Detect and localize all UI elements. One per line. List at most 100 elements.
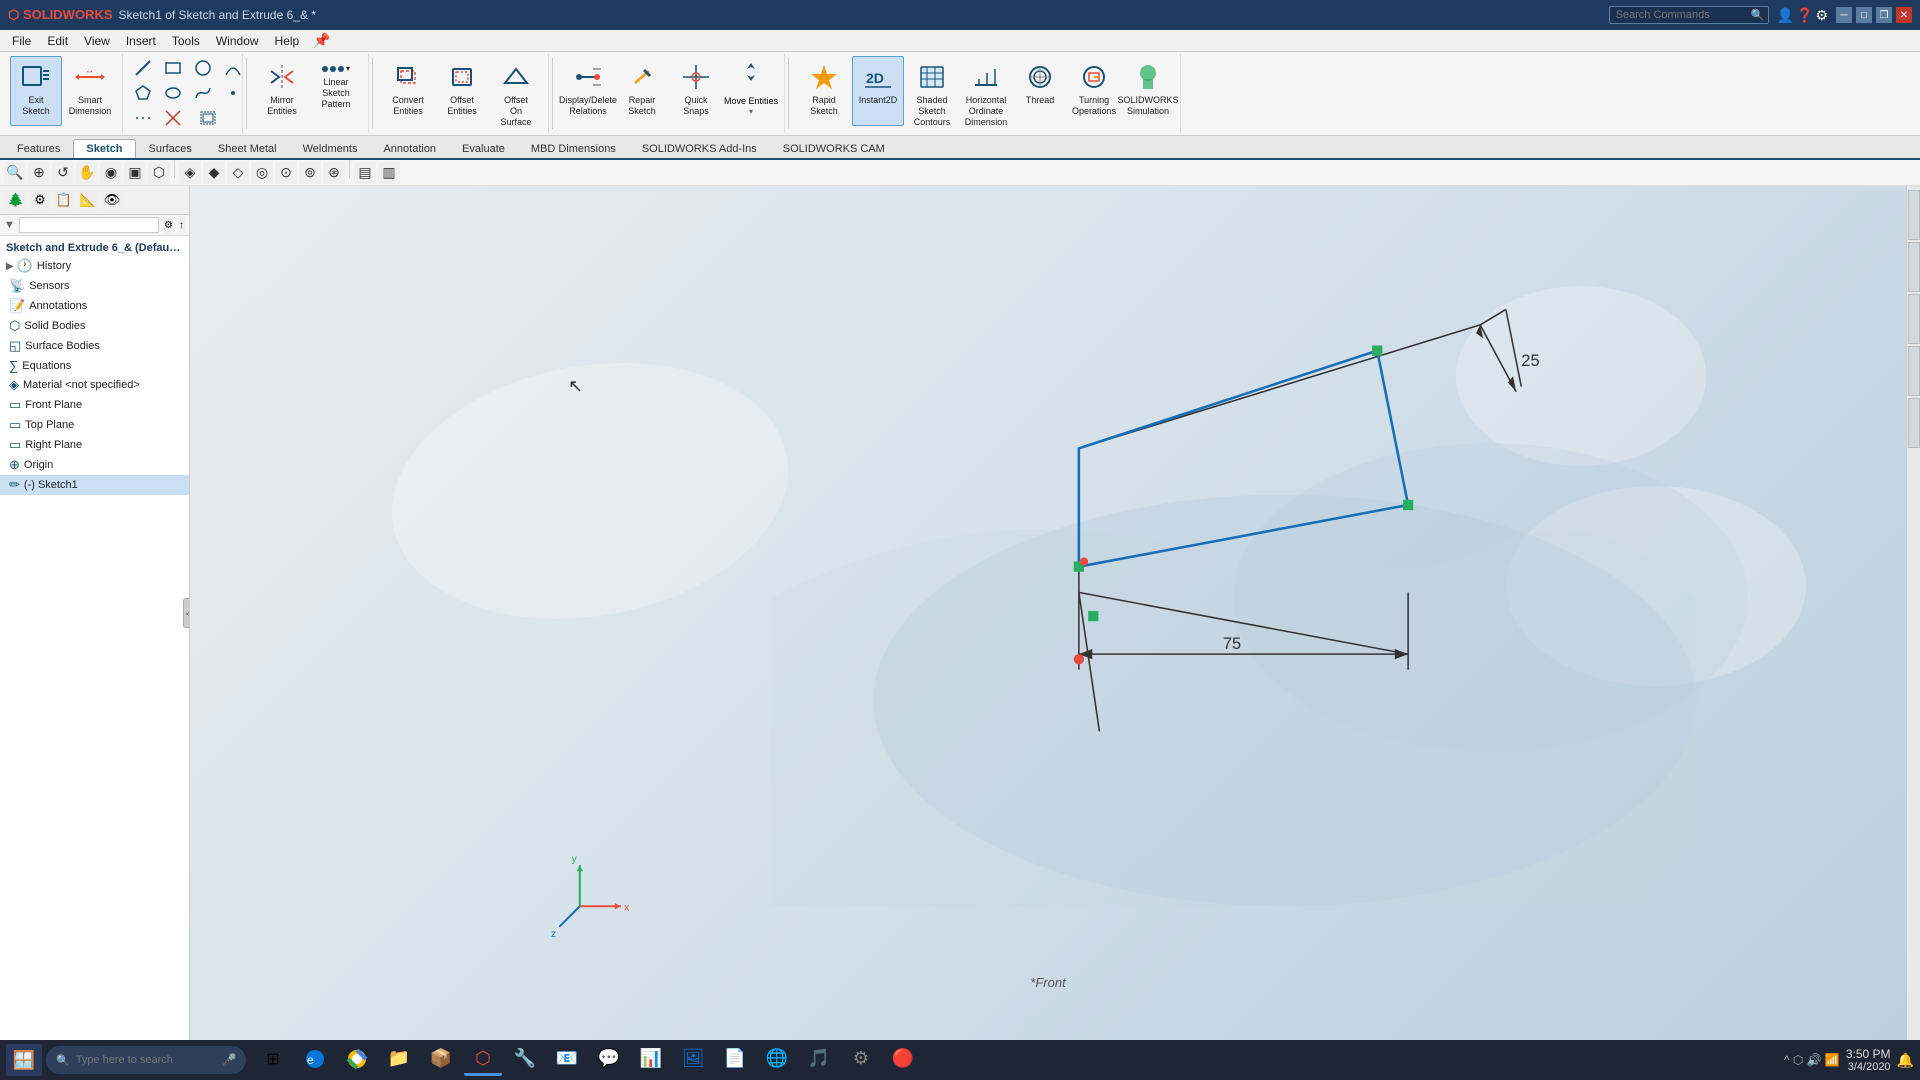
trim-entities-button[interactable] [159,106,187,130]
excel-app[interactable]: 📊 [632,1044,670,1076]
right-tab-5[interactable] [1908,398,1920,448]
notification-icon[interactable]: 🔔 [1897,1052,1914,1069]
menu-view[interactable]: View [76,32,118,50]
menu-window[interactable]: Window [208,32,267,50]
offset-sketch-button[interactable] [189,106,229,130]
tab-solidworks-cam[interactable]: SOLIDWORKS CAM [770,139,898,158]
menu-tools[interactable]: Tools [164,32,208,50]
construction-geometry-button[interactable] [129,106,157,130]
word-app[interactable]: 📄 [716,1044,754,1076]
tree-item-sketch1[interactable]: ✏ (-) Sketch1 [0,475,189,495]
tab-solidworks-addins[interactable]: SOLIDWORKS Add-Ins [629,139,770,158]
exit-sketch-button[interactable]: ExitSketch [10,56,62,126]
pin-icon[interactable]: 📌 [313,32,330,49]
solidworks-simulation-button[interactable]: SOLIDWORKSSimulation [1122,56,1174,126]
quick-snaps-button[interactable]: QuickSnaps [670,56,722,126]
rotate-view-button[interactable]: ↺ [52,162,74,184]
appearance-button[interactable]: ◇ [227,162,249,184]
tree-item-annotations[interactable]: 📝 Annotations [0,296,189,316]
tab-evaluate[interactable]: Evaluate [449,139,518,158]
smart-dimension-button[interactable]: ↔ SmartDimension [64,56,116,126]
display-manager-button[interactable]: 👁 [102,190,122,210]
rectangle-button[interactable] [159,56,187,80]
tree-item-surface-bodies[interactable]: ◱ Surface Bodies [0,336,189,356]
chrome-app[interactable] [338,1044,376,1076]
app4[interactable]: 🔴 [884,1044,922,1076]
outlook-app[interactable]: 📧 [548,1044,586,1076]
offset-on-surface-button[interactable]: OffsetOnSurface [490,56,542,130]
tab-surfaces[interactable]: Surfaces [136,139,205,158]
tree-item-top-plane[interactable]: ▭ Top Plane [0,415,189,435]
menu-edit[interactable]: Edit [39,32,76,50]
tab-weldments[interactable]: Weldments [290,139,371,158]
apply-scene-button[interactable]: ▤ [354,162,376,184]
tab-features[interactable]: Features [4,139,73,158]
display-style-button[interactable]: ▣ [124,162,146,184]
files-app[interactable]: 📁 [380,1044,418,1076]
point-tl[interactable] [1372,345,1382,355]
shaded-sketch-contours-button[interactable]: ShadedSketchContours [906,56,958,130]
point-br[interactable] [1088,611,1098,621]
menu-insert[interactable]: Insert [118,32,164,50]
offset-entities-button[interactable]: OffsetEntities [436,56,488,126]
tree-item-right-plane[interactable]: ▭ Right Plane [0,435,189,455]
app2[interactable]: 🔧 [506,1044,544,1076]
convert-entities-button[interactable]: ConvertEntities [382,56,434,126]
taskbar-search[interactable]: 🔍 🎤 [46,1046,246,1074]
tree-item-equations[interactable]: ∑ Equations [0,356,189,375]
menu-help[interactable]: Help [267,32,308,50]
user-icon[interactable]: 👤 [1777,7,1794,24]
line-button[interactable] [129,56,157,80]
view-orientation-button[interactable]: ◈ [179,162,201,184]
tree-item-sensors[interactable]: 📡 Sensors [0,276,189,296]
taskbar-search-input[interactable] [76,1054,216,1066]
property-manager-button[interactable]: ⚙ [30,190,50,210]
tree-item-material[interactable]: ◈ Material <not specified> [0,375,189,395]
collapse-all-button[interactable]: ↑ [178,217,185,233]
right-tab-3[interactable] [1908,294,1920,344]
spline-button[interactable] [189,81,217,105]
hide-show-button[interactable]: ◆ [203,162,225,184]
tree-options-button[interactable]: ⚙ [163,217,174,233]
thread-button[interactable]: Thread [1014,56,1066,126]
start-button[interactable]: 🪟 [6,1044,42,1076]
feature-manager-button[interactable]: 🌲 [6,190,26,210]
point-tr[interactable] [1403,500,1413,510]
taskview-button[interactable]: ⊞ [254,1044,292,1076]
turning-operations-button[interactable]: TurningOperations [1068,56,1120,126]
dim-xpert-button[interactable]: 📐 [78,190,98,210]
repair-sketch-button[interactable]: RepairSketch [616,56,668,126]
ellipse-button[interactable] [159,81,187,105]
mirror-entities-button[interactable]: MirrorEntities [256,56,308,126]
scene-button[interactable]: ◎ [251,162,273,184]
polygon-button[interactable] [129,81,157,105]
tab-annotation[interactable]: Annotation [370,139,449,158]
tree-item-front-plane[interactable]: ▭ Front Plane [0,395,189,415]
settings-app[interactable]: ⚙ [842,1044,880,1076]
clock[interactable]: 3:50 PM 3/4/2020 [1846,1047,1891,1073]
search-commands-input[interactable] [1609,6,1769,24]
horizontal-ordinate-dimension-button[interactable]: HorizontalOrdinateDimension [960,56,1012,130]
constraint-point[interactable] [1074,654,1084,664]
section-plane-button[interactable]: ⊛ [323,162,345,184]
menu-file[interactable]: File [4,32,39,50]
options-icon[interactable]: ⚙ [1815,7,1828,24]
tab-mbd-dimensions[interactable]: MBD Dimensions [518,139,629,158]
lights-button[interactable]: ⊙ [275,162,297,184]
instant2d-button[interactable]: 2D Instant2D [852,56,904,126]
circle-button[interactable] [189,56,217,80]
right-tab-4[interactable] [1908,346,1920,396]
tree-filter-input[interactable] [19,217,159,233]
point-button[interactable] [219,81,247,105]
display-delete-relations-button[interactable]: Display/DeleteRelations [562,56,614,126]
right-tab-1[interactable] [1908,190,1920,240]
maximize-button[interactable]: □ [1856,7,1872,23]
close-button[interactable]: ✕ [1896,7,1912,23]
section-view-button[interactable]: ⬡ [148,162,170,184]
zoom-to-fit-button[interactable]: 🔍 [4,162,26,184]
arc-button[interactable] [219,56,247,80]
restore-button[interactable]: ❐ [1876,7,1892,23]
tree-item-solid-bodies[interactable]: ⬡ Solid Bodies [0,316,189,336]
app1[interactable]: 📦 [422,1044,460,1076]
tab-sheet-metal[interactable]: Sheet Metal [205,139,290,158]
